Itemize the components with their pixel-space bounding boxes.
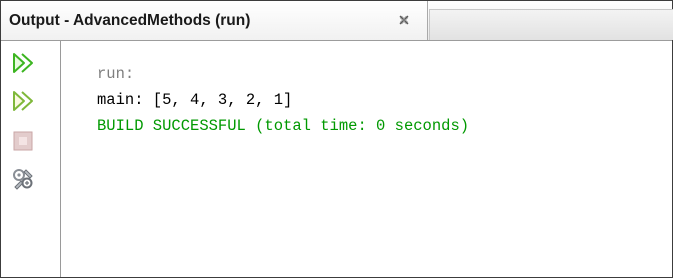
tab-bar-empty-area (429, 9, 673, 40)
console-line-run: run: (97, 65, 135, 83)
double-play-outline-icon (11, 91, 35, 117)
tools-icon (11, 169, 35, 195)
console-line-main: main: [5, 4, 3, 2, 1] (97, 91, 293, 109)
stop-icon (11, 131, 35, 157)
close-icon[interactable] (397, 13, 411, 27)
tab-output-advancedmethods[interactable]: Output - AdvancedMethods (run) (1, 1, 428, 40)
stop-button[interactable] (11, 129, 35, 153)
settings-button[interactable] (11, 167, 35, 191)
rerun-button[interactable] (11, 51, 35, 75)
tab-bar: Output - AdvancedMethods (run) (1, 1, 673, 41)
double-play-icon (11, 53, 35, 79)
console-line-build-status: BUILD SUCCESSFUL (total time: 0 seconds) (97, 117, 470, 135)
output-toolbar (1, 41, 61, 277)
console-output[interactable]: run: main: [5, 4, 3, 2, 1] BUILD SUCCESS… (61, 41, 672, 277)
output-window: Output - AdvancedMethods (run) run: main… (0, 0, 673, 278)
rerun-with-parameters-button[interactable] (11, 89, 35, 113)
tab-title: Output - AdvancedMethods (run) (9, 12, 251, 29)
